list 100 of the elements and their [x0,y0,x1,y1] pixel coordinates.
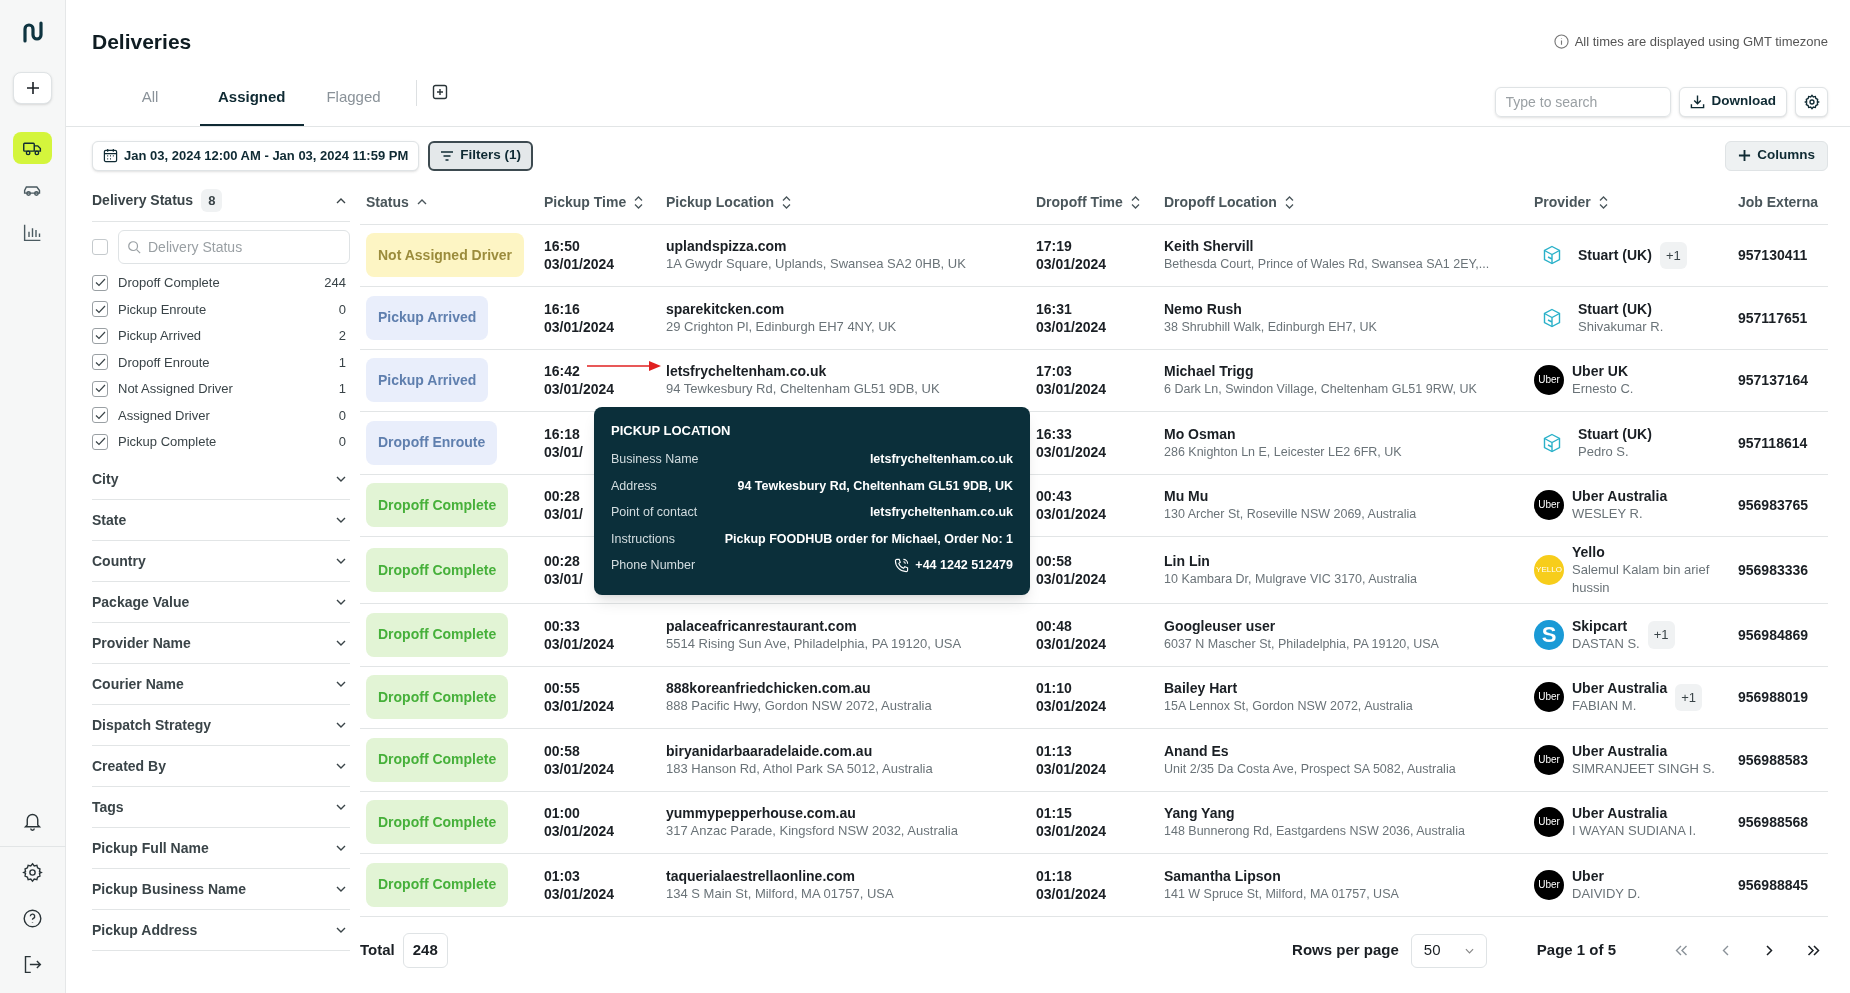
provider-name: Stuart (UK) [1578,246,1652,265]
pickup-address: 29 Crighton Pl, Edinburgh EH7 4NY, UK [666,317,898,336]
page-title: Deliveries [92,29,192,55]
filter-section-header[interactable]: Pickup Business Name [92,869,350,909]
status-badge: Dropoff Complete [366,737,509,782]
status-badge: Dropoff Complete [366,862,509,907]
courier-name: I WAYAN SUDIANA I. [1572,822,1696,841]
status-badge: Not Assigned Driver [366,233,525,278]
provider-logo: Uber [1534,365,1564,396]
dropoff-time: 00:58 [1036,552,1073,570]
tooltip-field-label: Business Name [611,451,699,469]
recipient-name: Anand Es [1164,741,1230,760]
dropoff-time: 01:10 [1036,679,1073,698]
plus-icon [1738,149,1752,162]
checkbox[interactable] [92,238,108,255]
filter-section-header[interactable]: Created By [92,746,350,786]
filter-section-header[interactable]: Pickup Full Name [92,828,350,868]
filter-option-count: 2 [338,327,346,345]
pickup-time: 00:58 [544,741,580,760]
sort-ascending-icon [416,199,427,205]
download-icon [1689,94,1705,109]
filter-option-count: 1 [338,353,346,372]
recipient-name: Lin Lin [1164,552,1211,570]
settings-icon [1803,93,1820,110]
checkbox[interactable] [92,301,108,318]
courier-name: DASTAN S. [1572,634,1640,653]
filter-section-header[interactable]: Provider Name [92,623,350,663]
column-header[interactable]: Job Externa [1738,191,1819,213]
recipient-name: Googleuser user [1164,616,1277,635]
add-button[interactable] [13,72,52,104]
pickup-name: 888koreanfriedchicken.com.au [666,679,872,698]
column-header[interactable]: Pickup Location [666,191,775,213]
sort-icon [1598,195,1608,209]
filters-button[interactable]: Filters (1) [428,140,533,171]
provider-name: Uber Australia [1572,741,1669,760]
column-header[interactable]: Dropoff Location [1164,191,1277,213]
pickup-address: 888 Pacific Hwy, Gordon NSW 2072, Australia [666,697,933,716]
dropoff-date: 03/01/2024 [1036,759,1108,778]
courier-name: Pedro S. [1578,442,1630,461]
dropoff-time: 16:33 [1036,424,1073,443]
dropoff-time: 00:48 [1036,616,1073,635]
status-badge: Dropoff Complete [366,612,509,657]
tooltip-field-value: Pickup FOODHUB order for Michael, Order No: 1 [724,530,1013,548]
checkbox[interactable] [92,354,108,371]
chevron-down-icon [336,763,346,769]
dropoff-time: 16:31 [1036,299,1073,318]
provider-logo: Uber [1534,490,1564,521]
filter-option-label: Pickup Complete [118,433,217,451]
chevron-left-icon [1721,945,1729,956]
filter-section-header[interactable]: Delivery Status 8 [92,180,350,221]
nav-item[interactable] [13,132,52,164]
checkbox[interactable] [92,380,108,397]
search-field[interactable]: Type to search [1494,86,1671,117]
job-id: 957117651 [1738,309,1808,326]
chevron-down-icon [336,886,346,892]
column-header[interactable]: Dropoff Time [1036,191,1123,213]
chevron-down-icon [336,722,346,728]
filter-section-header[interactable]: Tags [92,787,350,827]
job-id: 957130411 [1738,247,1808,264]
rows-per-page-select[interactable]: 50 [1410,933,1487,968]
dropoff-time: 01:13 [1036,741,1073,760]
sort-icon [782,195,792,209]
column-header[interactable]: Provider [1534,191,1591,213]
provider-name: Skipcart [1572,616,1629,635]
provider-name: Uber Australia [1572,487,1668,506]
timezone-note: All times are displayed using GMT timezone [1574,33,1828,51]
pickup-date: 03/01/2024 [544,884,615,903]
checkbox[interactable] [92,433,108,450]
column-header[interactable]: Pickup Time [544,191,627,213]
filter-section-header[interactable]: Package Value [92,582,350,622]
download-button[interactable]: Download [1678,86,1787,117]
checkbox[interactable] [92,407,108,424]
column-header[interactable]: Status [366,191,409,213]
courier-name: DAIVIDY D. [1572,884,1641,903]
filter-section-header[interactable]: Dispatch Strategy [92,705,350,745]
dropoff-time: 01:15 [1036,804,1073,823]
checkbox[interactable] [92,327,108,344]
filter-section-header[interactable]: State [92,500,350,540]
provider-logo: S [1534,619,1564,650]
chevron-down-icon [336,558,346,564]
date-range-picker[interactable]: Jan 03, 2024 12:00 AM - Jan 03, 2024 11:59 PM [92,140,420,171]
filter-option-label: Pickup Enroute [118,300,207,319]
settings-button[interactable] [1795,86,1828,117]
filter-search-field[interactable]: Delivery Status [118,229,350,264]
cube-logo-icon [1542,245,1562,266]
pickup-time: 00:28 [544,487,580,506]
columns-button[interactable]: Columns [1725,140,1828,171]
cube-logo-icon [1542,432,1562,453]
tab[interactable]: Assigned [200,71,304,126]
filter-section-header[interactable]: Country [92,541,350,581]
status-badge: Pickup Arrived [366,295,489,340]
provider-name: Uber [1572,866,1605,885]
filter-section-header[interactable]: Courier Name [92,664,350,704]
dropoff-date: 03/01/2024 [1036,255,1108,274]
pickup-address: 5514 Rising Sun Ave, Philadelphia, PA 19120, USA [666,634,963,653]
filter-section-header[interactable]: Pickup Address [92,910,350,950]
add-tab-icon [431,83,448,100]
chevron-down-icon [336,845,346,851]
checkbox[interactable] [92,274,108,291]
filter-section-header[interactable]: City [92,459,350,499]
